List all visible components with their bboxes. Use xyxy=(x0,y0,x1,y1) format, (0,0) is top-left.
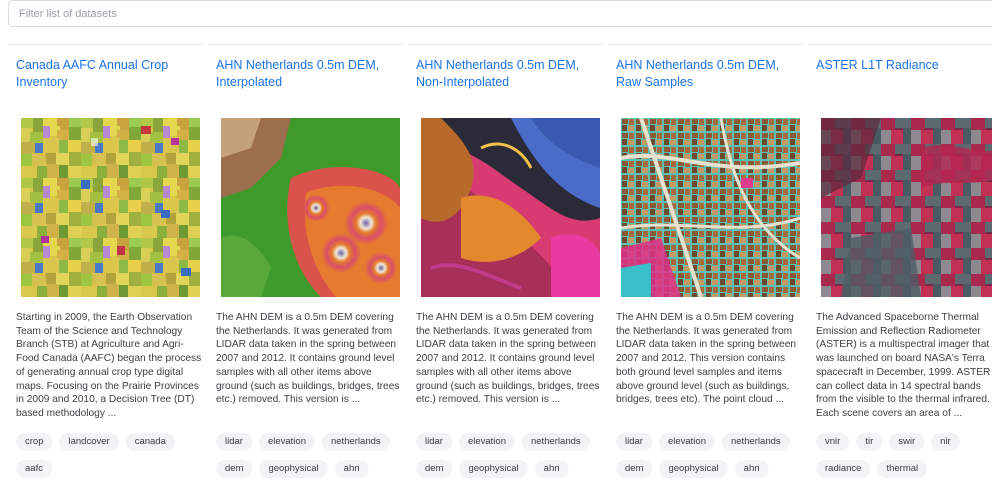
dataset-description: The AHN DEM is a 0.5m DEM covering the N… xyxy=(216,312,400,406)
tag-chip[interactable]: tir xyxy=(856,433,883,451)
tag-chip[interactable]: landcover xyxy=(59,433,119,451)
dataset-card-aafc-crop: Canada AAFC Annual Crop Inventory Starti… xyxy=(8,44,203,486)
dataset-title-link[interactable]: Canada AAFC Annual Crop Inventory xyxy=(16,57,199,91)
dataset-description: The AHN DEM is a 0.5m DEM covering the N… xyxy=(616,312,797,406)
tag-chip[interactable]: netherlands xyxy=(521,433,590,451)
tag-list: lidar elevation netherlands dem geophysi… xyxy=(416,433,602,478)
tag-chip[interactable]: vnir xyxy=(816,433,850,451)
dataset-card-ahn-interpolated: AHN Netherlands 0.5m DEM, Interpolated T… xyxy=(208,44,403,486)
dem-non-interpolated-thumbnail[interactable] xyxy=(421,118,600,297)
dataset-card-aster-radiance: ASTER L1T Radiance The Advanced Spacebor… xyxy=(808,44,992,486)
tag-chip[interactable]: thermal xyxy=(877,460,928,478)
dataset-title-link[interactable]: AHN Netherlands 0.5m DEM, Non-Interpolat… xyxy=(416,57,599,91)
aster-radiance-thumbnail[interactable] xyxy=(821,118,992,297)
dem-interpolated-thumbnail[interactable] xyxy=(221,118,400,297)
tag-chip[interactable]: canada xyxy=(125,433,175,451)
tag-list: lidar elevation netherlands dem geophysi… xyxy=(616,433,802,478)
tag-chip[interactable]: nir xyxy=(931,433,960,451)
tag-chip[interactable]: dem xyxy=(416,460,453,478)
dem-raw-samples-thumbnail[interactable] xyxy=(621,118,800,297)
tag-chip[interactable]: ahn xyxy=(334,460,369,478)
dataset-title-link[interactable]: AHN Netherlands 0.5m DEM, Raw Samples xyxy=(616,57,799,91)
tag-chip[interactable]: lidar xyxy=(416,433,452,451)
tag-chip[interactable]: lidar xyxy=(616,433,652,451)
tag-chip[interactable]: geophysical xyxy=(459,460,528,478)
tag-chip[interactable]: aafc xyxy=(16,460,52,478)
dataset-description: The Advanced Spaceborne Thermal Emission… xyxy=(816,312,991,419)
tag-chip[interactable]: crop xyxy=(16,433,53,451)
tag-chip[interactable]: netherlands xyxy=(321,433,390,451)
tag-chip[interactable]: ahn xyxy=(534,460,569,478)
tag-list: lidar elevation netherlands dem geophysi… xyxy=(216,433,402,478)
tag-chip[interactable]: elevation xyxy=(458,433,515,451)
filter-input[interactable] xyxy=(9,1,992,26)
dataset-card-ahn-non-interpolated: AHN Netherlands 0.5m DEM, Non-Interpolat… xyxy=(408,44,603,486)
tag-chip[interactable]: elevation xyxy=(658,433,715,451)
tag-chip[interactable]: ahn xyxy=(734,460,769,478)
tag-list: vnir tir swir nir radiance thermal xyxy=(816,433,992,478)
dataset-title-link[interactable]: ASTER L1T Radiance xyxy=(816,57,992,74)
tag-chip[interactable]: netherlands xyxy=(721,433,790,451)
dataset-description: Starting in 2009, the Earth Observation … xyxy=(16,312,202,419)
tag-chip[interactable]: radiance xyxy=(816,460,871,478)
tag-chip[interactable]: elevation xyxy=(258,433,315,451)
dataset-filter[interactable] xyxy=(8,0,992,27)
tag-chip[interactable]: lidar xyxy=(216,433,252,451)
tag-chip[interactable]: dem xyxy=(216,460,253,478)
dataset-title-link[interactable]: AHN Netherlands 0.5m DEM, Interpolated xyxy=(216,57,399,91)
dataset-grid: Canada AAFC Annual Crop Inventory Starti… xyxy=(8,44,992,486)
tag-chip[interactable]: dem xyxy=(616,460,653,478)
tag-chip[interactable]: geophysical xyxy=(259,460,328,478)
tag-chip[interactable]: swir xyxy=(889,433,925,451)
dataset-card-ahn-raw: AHN Netherlands 0.5m DEM, Raw Samples Th… xyxy=(608,44,803,486)
tag-chip[interactable]: geophysical xyxy=(659,460,728,478)
crop-map-thumbnail[interactable] xyxy=(21,118,200,297)
tag-list: crop landcover canada aafc xyxy=(16,433,202,478)
dataset-description: The AHN DEM is a 0.5m DEM covering the N… xyxy=(416,312,600,406)
